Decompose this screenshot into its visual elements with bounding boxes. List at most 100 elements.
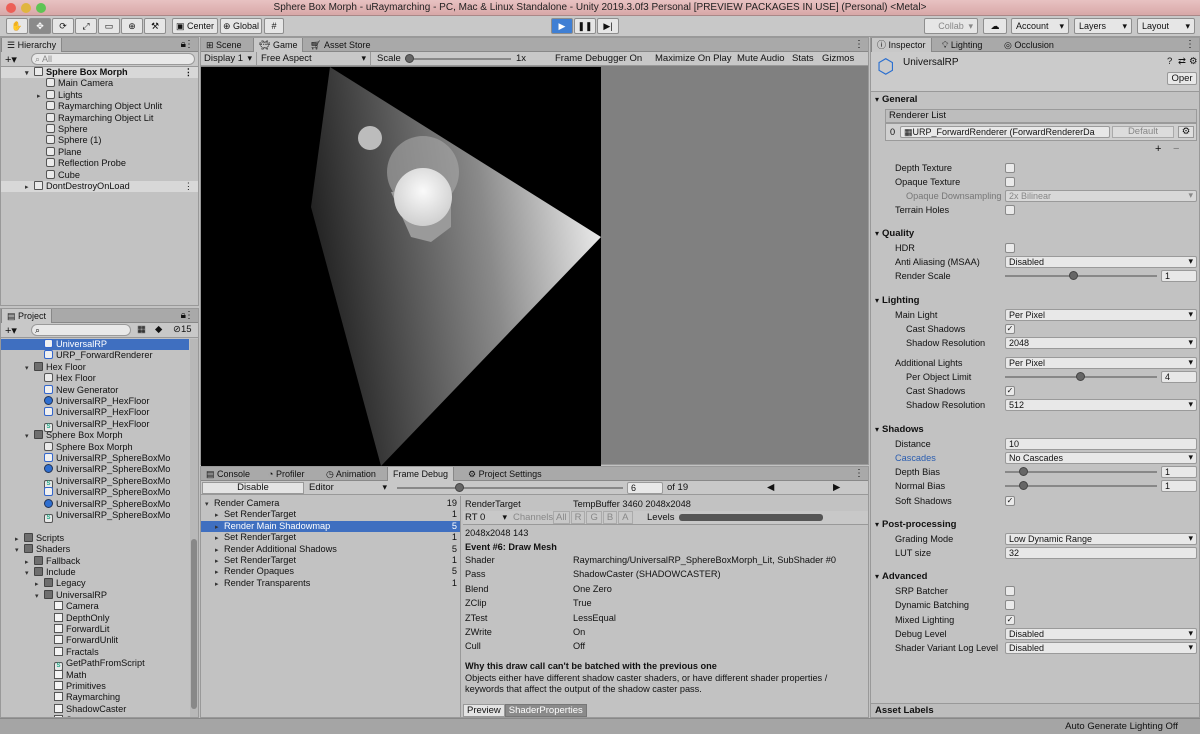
cascades-label[interactable]: Cascades <box>895 452 936 464</box>
project-row[interactable]: ▸ Fallback <box>1 555 189 567</box>
project-row[interactable]: UniversalRP_SphereBoxMo <box>1 487 189 498</box>
pause-button[interactable]: ❚❚ <box>574 18 596 34</box>
project-row[interactable] <box>1 521 189 532</box>
tab-inspector[interactable]: ⓘ Inspector <box>871 38 932 52</box>
additional-cast-shadows-checkbox[interactable]: ✓ <box>1005 386 1015 396</box>
project-row[interactable]: Hex Floor <box>1 373 189 384</box>
transform-tool-icon[interactable]: ⊕ <box>121 18 143 34</box>
channel-b-button[interactable]: B <box>602 511 618 524</box>
shader-variant-log-level-dropdown[interactable]: Disabled <box>1005 642 1197 654</box>
event-slider[interactable] <box>397 482 623 494</box>
scrollbar-thumb[interactable] <box>191 539 197 709</box>
render-scale-slider[interactable] <box>1005 270 1157 282</box>
channel-r-button[interactable]: R <box>570 511 586 524</box>
kebab-menu-icon[interactable]: ⋮ <box>184 38 194 51</box>
kebab-menu-icon[interactable]: ⋮ <box>1185 38 1195 51</box>
frame-event-row[interactable]: ▸ Set RenderTarget 1 <box>201 532 460 543</box>
rt-select-dropdown[interactable]: RT 0 <box>463 511 511 524</box>
dynamic-batching-checkbox[interactable] <box>1005 600 1015 610</box>
help-icon[interactable]: ? <box>1167 56 1172 67</box>
channel-g-button[interactable]: G <box>586 511 602 524</box>
preview-tab[interactable]: Preview <box>463 704 505 717</box>
project-row[interactable]: Sphere Box Morph <box>1 441 189 453</box>
hand-tool-icon[interactable]: ✋ <box>6 18 28 34</box>
normal-bias-input[interactable]: 1 <box>1161 480 1197 492</box>
open-button[interactable]: Oper <box>1167 72 1197 85</box>
project-row[interactable]: ▾ Sphere Box Morph <box>1 430 189 441</box>
per-object-limit-slider[interactable] <box>1005 371 1157 383</box>
project-row[interactable]: Primitives <box>1 681 189 692</box>
grading-mode-dropdown[interactable]: Low Dynamic Range <box>1005 533 1197 545</box>
row-menu-icon[interactable]: ⋮ <box>184 67 193 78</box>
game-viewport[interactable] <box>201 67 601 466</box>
frame-event-row[interactable]: ▾ Render Camera 19 <box>201 498 460 509</box>
additional-shadow-resolution-dropdown[interactable]: 512 <box>1005 399 1197 411</box>
row-menu-icon[interactable]: ⋮ <box>184 181 193 192</box>
asset-labels-bar[interactable]: Asset Labels <box>871 703 1199 717</box>
project-row[interactable]: UniversalRP_HexFloor <box>1 396 189 407</box>
hierarchy-row[interactable]: Sphere (1) <box>1 135 198 146</box>
project-row[interactable]: ShadowCaster <box>1 703 189 715</box>
project-scrollbar[interactable] <box>190 339 198 717</box>
anti-aliasing-dropdown[interactable]: Disabled <box>1005 256 1197 268</box>
play-button[interactable]: ▶ <box>551 18 573 34</box>
shadow-resolution-dropdown[interactable]: 2048 <box>1005 337 1197 349</box>
post-processing-section-header[interactable]: Post-processing <box>875 519 956 531</box>
project-row[interactable]: Structs <box>1 715 189 717</box>
tab-hierarchy[interactable]: ☰ Hierarchy <box>1 38 63 52</box>
project-row[interactable]: S UniversalRP_SphereBoxMo <box>1 476 189 489</box>
hierarchy-row[interactable]: Raymarching Object Lit <box>1 112 198 124</box>
general-section-header[interactable]: General <box>875 94 917 106</box>
hierarchy-row[interactable]: ▸ Lights <box>1 89 198 101</box>
cloud-icon[interactable]: ☁ <box>983 18 1007 34</box>
collab-dropdown[interactable]: Collab <box>924 18 978 34</box>
channel-all-button[interactable]: All <box>553 511 570 524</box>
tab-game[interactable]: 👾︎ Game <box>253 38 304 52</box>
add-renderer-button[interactable]: + <box>1155 143 1161 155</box>
create-plus-icon[interactable]: +▾ <box>5 324 17 337</box>
hierarchy-row[interactable]: Main Camera <box>1 78 198 89</box>
hierarchy-row[interactable]: Reflection Probe <box>1 158 198 169</box>
filter-type-icon[interactable]: ▦ <box>137 324 146 335</box>
project-row[interactable]: ▾ Hex Floor <box>1 361 189 373</box>
account-dropdown[interactable]: Account <box>1011 18 1069 34</box>
cascades-dropdown[interactable]: No Cascades <box>1005 452 1197 464</box>
hidden-packages-icon[interactable]: ⊘15 <box>173 324 192 335</box>
hierarchy-row[interactable]: ▾ Sphere Box Morph ⋮ <box>1 67 198 79</box>
stats-toggle[interactable]: Stats <box>792 52 814 65</box>
frame-event-row[interactable]: ▸ Render Additional Shadows 5 <box>201 544 460 555</box>
move-tool-icon[interactable]: ✥ <box>29 18 51 34</box>
project-row[interactable]: New Generator <box>1 384 189 396</box>
tab-project[interactable]: ▤ Project <box>1 309 53 323</box>
set-default-button[interactable]: Default <box>1112 126 1174 138</box>
renderer-object-field[interactable]: ▦URP_ForwardRenderer (ForwardRendererDa <box>900 126 1110 138</box>
hdr-checkbox[interactable] <box>1005 243 1015 253</box>
kebab-menu-icon[interactable]: ⋮ <box>184 309 194 322</box>
next-event-icon[interactable]: ▶ <box>833 481 840 494</box>
tab-animation[interactable]: ◷ Animation <box>321 467 381 481</box>
remove-renderer-button[interactable]: − <box>1173 143 1179 155</box>
project-row[interactable]: UniversalRP_SphereBoxMo <box>1 464 189 475</box>
additional-lights-dropdown[interactable]: Per Pixel <box>1005 357 1197 369</box>
hierarchy-row[interactable]: Raymarching Object Unlit <box>1 101 198 112</box>
project-row[interactable]: ▸ Legacy <box>1 578 189 589</box>
tab-console[interactable]: ▤ Console <box>201 467 255 481</box>
hierarchy-search-input[interactable]: ⌕ All <box>31 53 195 65</box>
gear-icon[interactable]: ⚙ <box>1189 56 1198 67</box>
project-row[interactable]: UniversalRP_SphereBoxMo <box>1 498 189 510</box>
maximize-on-play-toggle[interactable]: Maximize On Play <box>655 52 732 65</box>
rect-tool-icon[interactable]: ▭ <box>98 18 120 34</box>
hierarchy-row[interactable]: Plane <box>1 146 198 158</box>
tab-asset-store[interactable]: 🛒︎ Asset Store <box>305 38 375 52</box>
frame-event-row[interactable]: ▸ Render Main Shadowmap 5 <box>201 520 460 533</box>
channel-a-button[interactable]: A <box>618 511 633 524</box>
prev-event-icon[interactable]: ◀ <box>767 481 774 494</box>
frame-event-row[interactable]: ▸ Set RenderTarget 1 <box>201 555 460 566</box>
kebab-menu-icon[interactable]: ⋮ <box>854 38 864 51</box>
advanced-section-header[interactable]: Advanced <box>875 571 927 583</box>
project-row[interactable]: S GetPathFromScript <box>1 658 189 672</box>
soft-shadows-checkbox[interactable]: ✓ <box>1005 496 1015 506</box>
editor-dropdown[interactable]: Editor <box>307 481 391 494</box>
levels-range-slider[interactable] <box>679 514 823 521</box>
terrain-holes-checkbox[interactable] <box>1005 205 1015 215</box>
